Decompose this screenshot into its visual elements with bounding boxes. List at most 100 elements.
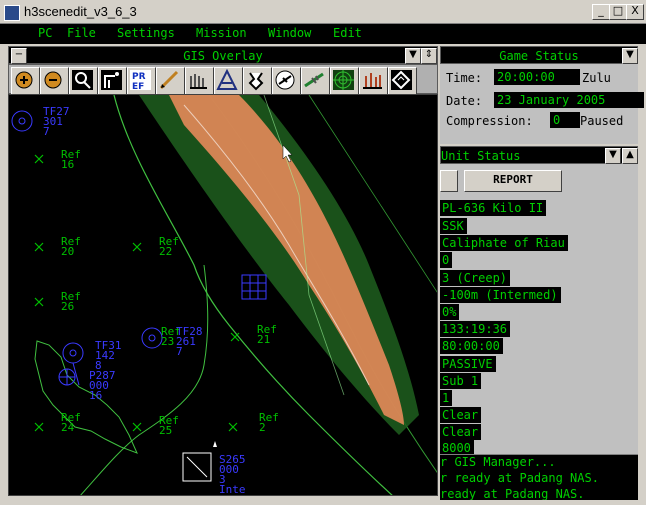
unit-time-remaining: 80:00:00	[440, 338, 503, 354]
waypoint-tool-icon[interactable]	[388, 67, 417, 95]
unit-marker-tf28[interactable]	[141, 327, 163, 349]
label-line: 24	[61, 421, 75, 434]
map-label-ref26[interactable]: Ref 26	[61, 291, 81, 313]
label-line: 26	[61, 300, 75, 313]
unit-depth: -100m (Intermed)	[440, 287, 561, 303]
zoom-out-icon[interactable]	[40, 67, 69, 95]
unit-status-dropdown-button[interactable]: ▼	[605, 148, 621, 164]
log-line: r ready at Padang NAS.	[440, 471, 599, 485]
gis-overlay-header: − GIS Overlay ▼ ⇕	[8, 46, 438, 64]
gis-toolbar: PR EF	[8, 64, 438, 95]
game-status-panel: Time: 20:00:00 Zulu Date: 23 January 200…	[440, 64, 644, 144]
unit-marker-tf31[interactable]	[62, 342, 84, 386]
unit-field-15: 8000	[440, 440, 474, 454]
unit-marker-s265[interactable]	[182, 441, 217, 482]
compression-state: Paused	[580, 114, 624, 128]
unit-field-4: 0	[440, 252, 453, 268]
window-titlebar[interactable]: h3scenedit_v3_6_3 _ □ X	[0, 0, 646, 24]
menu-mission[interactable]: Mission	[196, 26, 247, 40]
date-label: Date:	[446, 94, 483, 108]
report-button[interactable]: REPORT	[464, 170, 562, 192]
island-outline	[34, 340, 138, 454]
label-line: 16	[89, 389, 103, 402]
map-label-ref21[interactable]: Ref 21	[257, 324, 277, 346]
menu-edit[interactable]: Edit	[333, 26, 362, 40]
compression-label: Compression:	[446, 114, 533, 128]
radar-tool-icon[interactable]	[330, 67, 359, 95]
time-value: 20:00:00	[494, 69, 580, 85]
grid-tool-icon[interactable]	[185, 67, 214, 95]
time-label: Time:	[446, 71, 483, 85]
unit-sensor-mode: PASSIVE	[440, 356, 496, 372]
unit-speed: 3 (Creep)	[440, 270, 511, 286]
unit-tool-icon[interactable]	[243, 67, 272, 95]
unit-marker-tf27[interactable]	[11, 110, 33, 132]
unit-group: Sub 1	[440, 373, 482, 389]
label-line: 20	[61, 245, 75, 258]
unit-damage: 0%	[440, 304, 460, 320]
game-status-dropdown-button[interactable]: ▼	[622, 48, 638, 64]
bearing-tool-icon[interactable]	[214, 67, 243, 95]
svg-text:PR: PR	[132, 72, 146, 82]
map-label-ref20[interactable]: Ref 20	[61, 236, 81, 258]
map-label-ref22[interactable]: Ref 22	[159, 236, 179, 258]
gis-dropdown-button[interactable]: ▼	[405, 48, 421, 64]
label-line: 7	[43, 125, 50, 138]
time-zone: Zulu	[582, 71, 611, 85]
game-status-header: Game Status ▼	[440, 46, 638, 64]
minimize-button[interactable]: _	[592, 4, 610, 20]
gis-map[interactable]: TF27 301 7 Ref 16 Ref 20 Ref 22 Ref 26 Ref 21 R…	[8, 94, 438, 496]
preferences-icon[interactable]: PR EF	[127, 67, 156, 95]
map-label-tf27[interactable]: TF27 301 7	[43, 106, 70, 138]
menu-file[interactable]: File	[67, 26, 96, 40]
zoom-area-icon[interactable]	[69, 67, 98, 95]
map-label-ref16[interactable]: Ref 16	[61, 149, 81, 171]
terrain-tool-icon[interactable]	[98, 67, 127, 95]
unit-status-title: Unit Status	[441, 149, 521, 163]
label-line: 2	[259, 421, 266, 434]
map-label-tf28[interactable]: TF28 261 7	[176, 326, 203, 358]
maximize-button[interactable]: □	[609, 4, 627, 20]
grid-marker[interactable]	[241, 274, 267, 300]
label-line: 7	[176, 345, 183, 358]
map-label-p287[interactable]: P287 000 16	[89, 370, 116, 402]
label-line: 25	[159, 424, 173, 437]
gis-scroll-button[interactable]: ⇕	[421, 48, 437, 64]
label-line: 22	[159, 245, 173, 258]
aircraft-tool-icon[interactable]	[272, 67, 301, 95]
unit-status-header: Unit Status ▼ ▲	[440, 146, 638, 164]
unit-type: SSK	[440, 218, 467, 234]
menu-window[interactable]: Window	[268, 26, 311, 40]
unit-status-scroll-button[interactable]: ▲	[622, 148, 638, 164]
bars-tool-icon[interactable]	[359, 67, 388, 95]
map-label-ref2[interactable]: Ref 2	[259, 412, 279, 434]
map-label-s265[interactable]: S265 000 3 Inte	[219, 454, 246, 496]
unit-previous-button[interactable]	[440, 170, 458, 192]
unit-field-12: 1	[440, 390, 453, 406]
game-status-title: Game Status	[499, 49, 579, 63]
close-button[interactable]: X	[626, 4, 644, 20]
map-label-tf31[interactable]: TF31 142 8	[95, 340, 122, 371]
menu-settings[interactable]: Settings	[117, 26, 175, 40]
label-line: 16	[61, 158, 75, 171]
message-log[interactable]: r GIS Manager... r ready at Padang NAS. …	[440, 454, 638, 500]
label-line: 21	[257, 333, 271, 346]
unit-side: Caliphate of Riau	[440, 235, 568, 251]
unit-field-14: Clear	[440, 424, 482, 440]
svg-text:EF: EF	[132, 82, 144, 92]
app-icon	[4, 5, 20, 21]
log-line: r GIS Manager...	[440, 455, 556, 469]
window-title: h3scenedit_v3_6_3	[24, 4, 137, 19]
map-label-ref24[interactable]: Ref 24	[61, 412, 81, 434]
unit-name: PL-636 Kilo II	[440, 200, 547, 216]
range-tool-icon[interactable]	[156, 67, 185, 95]
label-line: Inte	[219, 483, 246, 496]
menu-pc[interactable]: PC	[38, 26, 52, 40]
zoom-in-icon[interactable]	[11, 67, 40, 95]
unit-marker-p287[interactable]	[58, 368, 76, 386]
date-value: 23 January 2005	[494, 92, 644, 108]
menu-bar: PC File Settings Mission Window Edit	[0, 24, 646, 44]
map-label-ref25[interactable]: Ref 25	[159, 415, 179, 437]
aircraft-tool-icon[interactable]	[301, 67, 330, 95]
unit-status-panel: REPORT PL-636 Kilo II SSK Caliphate of R…	[440, 164, 638, 454]
